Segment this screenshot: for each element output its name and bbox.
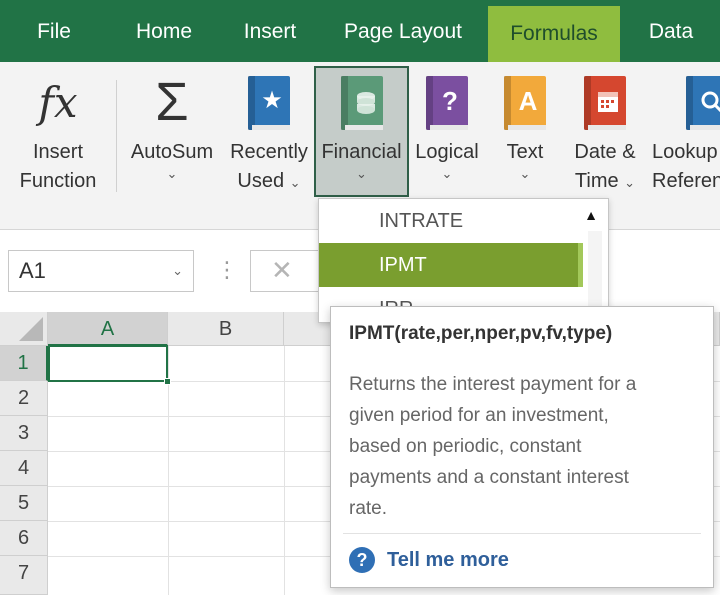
dropdown-scrollbar[interactable] (588, 231, 602, 311)
coins-icon (356, 92, 375, 114)
question-book-icon: ? (426, 76, 468, 130)
insert-function-button[interactable]: fx Insert Function (4, 62, 112, 202)
tab-home[interactable]: Home (122, 0, 206, 62)
logical-button[interactable]: ? Logical ⌄ (410, 62, 484, 202)
financial-label: Financial (321, 141, 402, 163)
fill-handle[interactable] (164, 378, 171, 385)
row-header-1[interactable]: 1 (0, 346, 48, 381)
recently-used-button[interactable]: ★ Recently Used ⌄ (226, 62, 312, 202)
fx-icon: fx (28, 76, 88, 132)
financial-button[interactable]: Financial ⌄ (314, 62, 409, 202)
row-header-3[interactable]: 3 (0, 416, 48, 451)
tab-data[interactable]: Data (636, 0, 706, 62)
ribbon-separator (116, 80, 117, 192)
autosum-button[interactable]: Σ AutoSum ⌄ (122, 62, 222, 202)
financial-function-list: INTRATE IPMT IRR ▲ (318, 198, 609, 323)
tell-me-more-link[interactable]: ? Tell me more (349, 547, 509, 577)
row-header-7[interactable]: 7 (0, 556, 48, 595)
letter-a-book-icon: A (504, 76, 546, 130)
calendar-icon (598, 92, 618, 112)
tab-formulas[interactable]: Formulas (488, 6, 620, 62)
ribbon-tab-bar: File Home Insert Page Layout Formulas Da… (0, 0, 720, 62)
sigma-icon: Σ (155, 72, 189, 132)
autosum-label: AutoSum (130, 141, 214, 163)
lookup-reference-button[interactable]: Lookup Reference (650, 62, 720, 202)
tab-file[interactable]: File (18, 0, 90, 62)
chevron-down-icon: ⌄ (356, 166, 367, 181)
cancel-icon[interactable]: ✕ (271, 255, 293, 286)
help-icon: ? (349, 547, 375, 573)
row-header-4[interactable]: 4 (0, 451, 48, 486)
coins-book-icon (340, 76, 383, 130)
text-button[interactable]: A Text ⌄ (492, 62, 558, 202)
chevron-down-icon: ⌄ (289, 175, 301, 190)
function-tooltip: IPMT(rate,per,nper,pv,fv,type) Returns t… (330, 306, 714, 588)
magnifier-book-icon (686, 76, 720, 130)
text-label: Text (506, 141, 544, 163)
date-time-button[interactable]: Date & Time ⌄ (566, 62, 644, 202)
tooltip-description: Returns the interest payment for a given… (349, 374, 637, 519)
insert-function-label: Insert Function (19, 141, 97, 192)
function-item-ipmt[interactable]: IPMT (319, 243, 583, 287)
fx-glyph: fx (38, 78, 78, 127)
chevron-down-icon: ⌄ (441, 166, 453, 181)
chevron-down-icon[interactable]: ⌄ (172, 251, 183, 291)
date-time-label: Date & Time ⌄ (574, 141, 636, 192)
row-header-6[interactable]: 6 (0, 521, 48, 556)
tab-insert[interactable]: Insert (232, 0, 308, 62)
magnifier-icon (701, 91, 720, 113)
calendar-book-icon (584, 76, 626, 130)
scroll-up-icon[interactable]: ▲ (584, 207, 598, 223)
name-box-value: A1 (19, 258, 46, 283)
column-header-a[interactable]: A (48, 312, 168, 346)
tooltip-divider (343, 533, 701, 534)
tab-page-layout[interactable]: Page Layout (334, 0, 472, 62)
chevron-down-icon: ⌄ (624, 175, 636, 190)
tooltip-signature: IPMT(rate,per,nper,pv,fv,type) (349, 323, 613, 344)
star-book-icon: ★ (248, 76, 290, 130)
logical-label: Logical (415, 141, 479, 163)
chevron-down-icon: ⌄ (166, 166, 178, 181)
row-header-2[interactable]: 2 (0, 381, 48, 416)
recently-used-label: Recently Used ⌄ (230, 141, 308, 192)
select-all-corner[interactable] (0, 312, 48, 346)
tell-me-more-label: Tell me more (387, 548, 509, 571)
row-header-5[interactable]: 5 (0, 486, 48, 521)
formula-bar-grip[interactable]: ⋮ (216, 256, 238, 284)
column-header-b[interactable]: B (168, 312, 284, 346)
name-box[interactable]: A1 ⌄ (8, 250, 194, 292)
chevron-down-icon: ⌄ (519, 166, 531, 181)
lookup-reference-label: Lookup Reference (652, 141, 720, 192)
function-item-intrate[interactable]: INTRATE (319, 199, 583, 243)
active-cell-a1[interactable] (48, 345, 171, 385)
